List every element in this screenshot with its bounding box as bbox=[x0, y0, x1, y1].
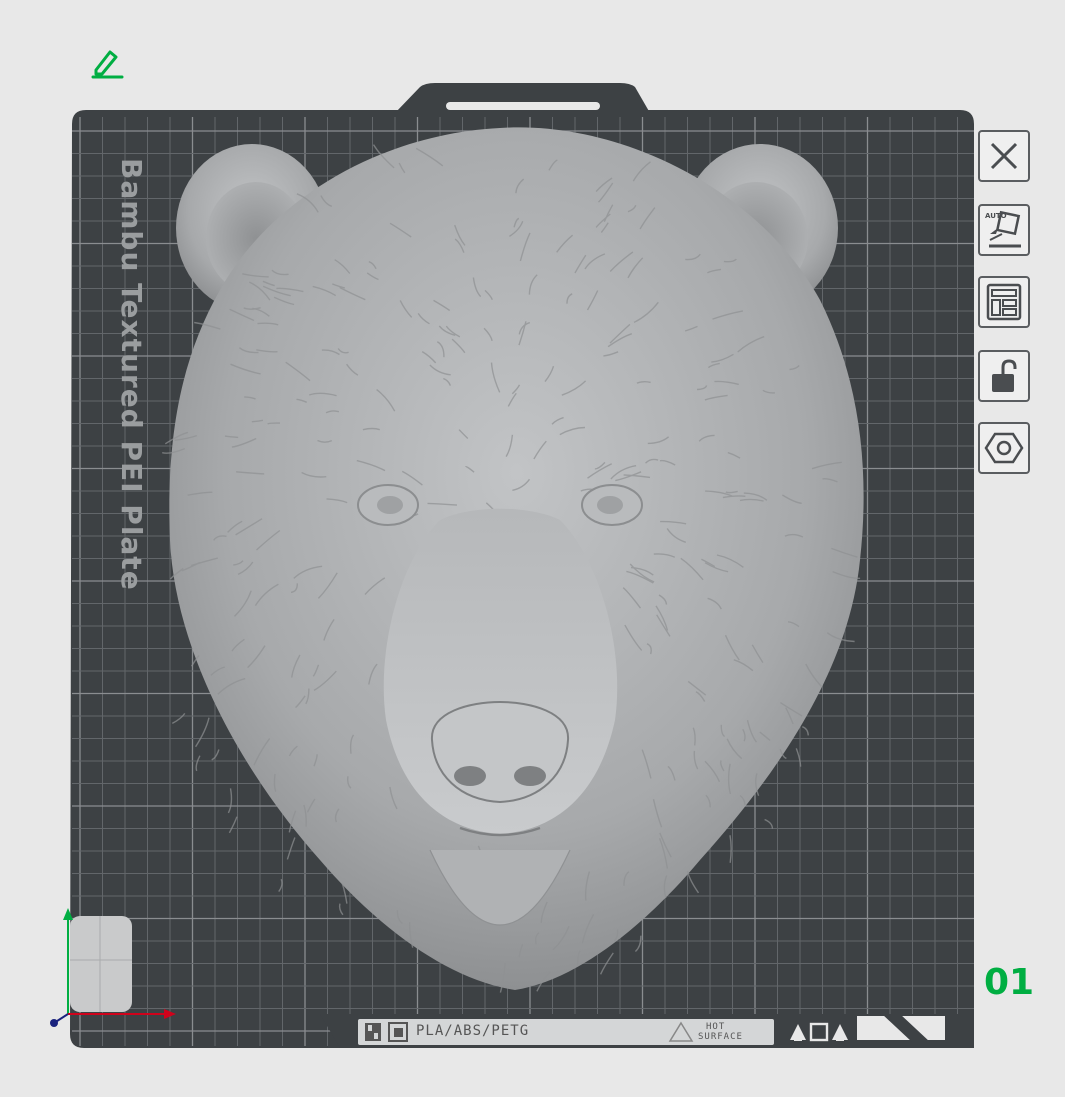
plate-type-label: Bambu Textured PEI Plate bbox=[115, 158, 148, 591]
warning-triangle-icon bbox=[668, 1021, 694, 1042]
unlock-icon bbox=[992, 359, 1017, 392]
plate-origin-tile bbox=[70, 916, 132, 1012]
plate-settings-button[interactable] bbox=[978, 422, 1030, 474]
layout-icon bbox=[986, 283, 1022, 321]
hot-surface-warning: HOT SURFACE bbox=[698, 1022, 743, 1042]
plate-number: 01 bbox=[984, 962, 1035, 1003]
plate-side-icon bbox=[388, 1022, 408, 1042]
auto-orient-button[interactable]: AUTO bbox=[978, 204, 1030, 256]
compatible-materials: PLA/ABS/PETG bbox=[416, 1023, 530, 1039]
surface-pattern-icon bbox=[365, 1023, 381, 1041]
build-plate-canvas[interactable] bbox=[0, 0, 1065, 1092]
lock-plate-button[interactable] bbox=[978, 350, 1030, 402]
hot-text: HOT bbox=[706, 1022, 726, 1032]
hexagon-settings-icon bbox=[984, 432, 1024, 464]
surface-text: SURFACE bbox=[698, 1032, 743, 1042]
arrange-button[interactable] bbox=[978, 276, 1030, 328]
auto-orient-icon: AUTO bbox=[985, 210, 1021, 248]
build-plate[interactable] bbox=[0, 0, 1065, 1092]
close-plate-button[interactable] bbox=[978, 130, 1030, 182]
close-icon bbox=[990, 142, 1018, 170]
plate-material-strip: PLA/ABS/PETG HOT SURFACE bbox=[358, 1019, 774, 1045]
